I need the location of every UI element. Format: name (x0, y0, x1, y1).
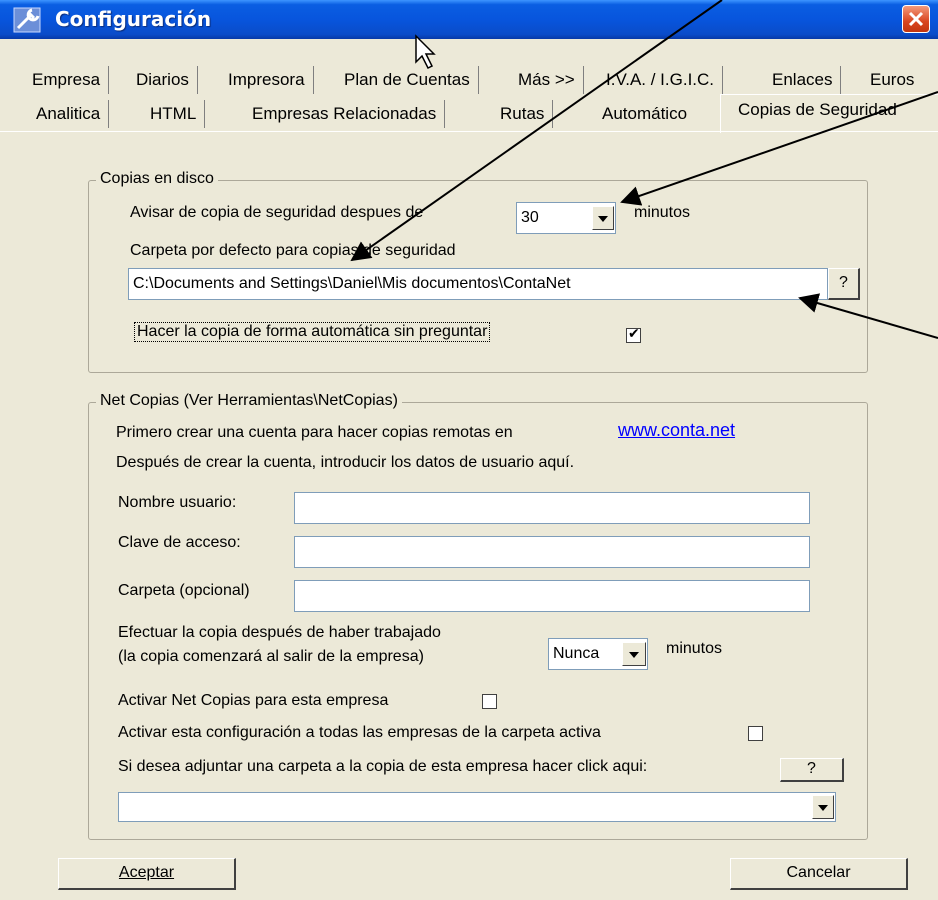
annotation-arrow (350, 0, 723, 262)
configuration-window: Configuración Empresa Diarios Impresora … (0, 0, 938, 900)
annotation-arrow (620, 91, 938, 206)
mouse-cursor-icon (415, 34, 436, 70)
annotation-overlay (350, 0, 938, 339)
annotation-arrow (798, 293, 938, 339)
